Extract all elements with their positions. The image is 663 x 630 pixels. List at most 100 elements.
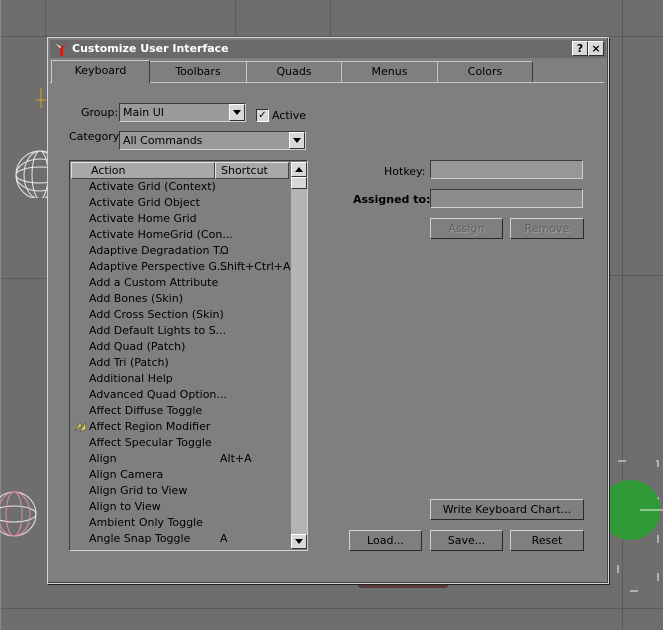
tab-toolbars[interactable]: Toolbars [149,61,247,82]
viewport-grid-line [235,0,236,36]
help-button[interactable]: ? [572,41,588,56]
wireframe-sphere-selected [0,491,37,537]
load-button[interactable]: Load... [349,530,422,551]
viewport-grid-line [330,0,331,36]
action-list[interactable]: Action Shortcut Activate Grid (Context) … [69,160,308,551]
list-item[interactable]: Advanced Quad Option... [70,387,289,403]
list-item[interactable]: Add Cross Section (Skin) [70,307,289,323]
group-value: Main UI [123,106,165,119]
shortcut-header-label: Shortcut [221,164,268,177]
viewport-grid-line [607,275,663,276]
action-name: Ambient Only Toggle [89,516,203,529]
action-name: Align Grid to View [89,484,188,497]
tab-colors[interactable]: Colors [437,61,533,82]
list-item[interactable]: Activate Home Grid [70,211,289,227]
reset-button[interactable]: Reset [510,530,584,551]
action-name: Add Tri (Patch) [89,356,169,369]
assigned-to-label: Assigned to: [353,193,431,206]
action-name: Adaptive Degradation T... [89,244,229,257]
action-name: Align Camera [89,468,164,481]
action-shortcut: Alt+A [220,452,252,465]
action-name: Activate HomeGrid (Con... [89,228,233,241]
list-item[interactable]: Additional Help [70,371,289,387]
list-item[interactable]: Align Camera [70,467,289,483]
dialog-title: Customize User Interface [72,42,229,55]
list-item[interactable]: Adaptive Perspective G... Shift+Ctrl+A [70,259,291,275]
action-name: Affect Diffuse Toggle [89,404,203,417]
viewport-grid-line [45,0,46,36]
list-item[interactable]: Affect Specular Toggle [70,435,289,451]
remove-button[interactable]: Remove [510,218,584,239]
list-item[interactable]: Add Quad (Patch) [70,339,289,355]
action-name: Align [89,452,117,465]
scroll-down-icon[interactable] [291,534,307,549]
assigned-to-field [430,189,583,208]
assign-button[interactable]: Assign [430,218,503,239]
chevron-down-icon[interactable] [229,104,245,121]
action-name: Activate Grid Object [89,196,200,209]
action-name: Activate Home Grid [89,212,197,225]
tab-keyboard[interactable]: Keyboard [51,60,150,83]
action-name: Add Quad (Patch) [89,340,186,353]
group-label: Group: [81,106,119,119]
active-checkbox[interactable]: ✓ [256,109,269,122]
category-label: Category: [69,130,123,143]
list-item[interactable]: Affect Diffuse Toggle [70,403,289,419]
list-item[interactable]: Affect Region Modifier [70,419,289,435]
close-button[interactable]: × [588,41,604,56]
green-sphere [600,460,663,592]
action-name: Add Cross Section (Skin) [89,308,224,321]
action-shortcut: A [220,532,228,545]
action-shortcut: O [220,244,229,257]
action-name: Advanced Quad Option... [89,388,227,401]
viewport-grid-line [0,278,48,279]
action-header-label: Action [91,164,126,177]
category-dropdown[interactable]: All Commands [119,131,306,150]
action-name: Add a Custom Attribute [89,276,219,289]
save-button[interactable]: Save... [430,530,503,551]
chevron-down-icon[interactable] [289,132,305,149]
list-item[interactable]: Ambient Only Toggle [70,515,289,531]
list-item[interactable]: Add a Custom Attribute [70,275,289,291]
app-logo-icon [55,43,67,56]
scrollbar-thumb[interactable] [291,177,307,189]
tab-quads[interactable]: Quads [246,61,342,82]
affect-region-icon [74,421,87,433]
column-header-action[interactable]: Action [71,162,215,179]
list-item[interactable]: Activate Grid Object [70,195,289,211]
action-name: Add Bones (Skin) [89,292,183,305]
tab-bar: Keyboard Toolbars Quads Menus Colors [51,60,605,83]
hotkey-input[interactable] [430,160,583,179]
action-name: Additional Help [89,372,173,385]
list-scrollbar[interactable] [291,162,307,549]
action-name: Adaptive Perspective G... [89,260,228,273]
list-item[interactable]: Align Grid to View [70,483,289,499]
scroll-up-icon[interactable] [291,162,307,177]
action-name: Align to View [89,500,161,513]
list-item[interactable]: Add Default Lights to S... [70,323,289,339]
write-keyboard-chart-button[interactable]: Write Keyboard Chart... [430,499,584,520]
action-name: Angle Snap Toggle [89,532,191,545]
list-item[interactable]: Adaptive Degradation T... O [70,243,289,259]
list-item[interactable]: Align to View [70,499,289,515]
viewport-grid-line [0,608,663,609]
list-item[interactable]: Add Bones (Skin) [70,291,289,307]
group-dropdown[interactable]: Main UI [119,103,246,122]
list-item[interactable]: Activate Grid (Context) [70,179,289,195]
category-value: All Commands [123,134,203,147]
list-item[interactable]: Angle Snap Toggle A [70,531,289,547]
action-shortcut: Shift+Ctrl+A [220,260,291,273]
wireframe-sphere [15,88,50,198]
column-header-shortcut[interactable]: Shortcut [215,162,289,179]
tab-menus[interactable]: Menus [341,61,438,82]
list-item[interactable]: Activate HomeGrid (Con... [70,227,289,243]
action-name: Affect Region Modifier [89,420,211,433]
customize-ui-dialog: Customize User Interface ? × Keyboard To… [47,37,609,584]
list-item[interactable]: Add Tri (Patch) [70,355,289,371]
hotkey-label: Hotkey: [384,165,426,178]
list-item[interactable]: Align Alt+A [70,451,289,467]
action-name: Affect Specular Toggle [89,436,212,449]
action-name: Add Default Lights to S... [89,324,227,337]
titlebar: Customize User Interface ? × [50,40,606,58]
active-label: Active [272,109,307,122]
